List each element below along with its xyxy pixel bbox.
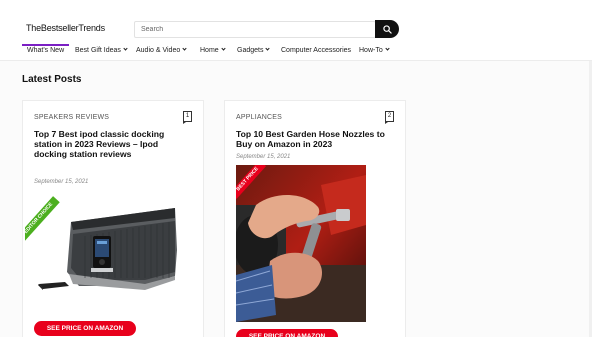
post-title-line: Top 10 Best Garden Hose Nozzles to bbox=[236, 129, 385, 139]
nav-item-label: How-To bbox=[359, 47, 383, 54]
nav-item-gadgets[interactable]: Gadgets bbox=[237, 46, 271, 54]
post-title[interactable]: Top 10 Best Garden Hose Nozzles to Buy o… bbox=[236, 129, 385, 149]
post-image-hose-nozzle[interactable]: BEST PRICE bbox=[236, 165, 366, 322]
post-title[interactable]: Top 7 Best ipod classic docking station … bbox=[34, 129, 164, 159]
post-date: September 15, 2021 bbox=[34, 179, 89, 185]
nav-item-label: Gadgets bbox=[237, 47, 264, 54]
site-logo[interactable]: TheBestsellerTrends bbox=[26, 23, 105, 33]
nav-item-whats-new[interactable]: What's New bbox=[27, 47, 64, 54]
nav-item-label: What's New bbox=[27, 47, 65, 54]
nav-item-label: Computer Accessories bbox=[281, 47, 352, 54]
chevron-down-icon bbox=[182, 46, 187, 51]
post-card: SPEAKERS REVIEWS 1 Top 7 Best ipod class… bbox=[22, 100, 204, 337]
post-category[interactable]: SPEAKERS REVIEWS bbox=[34, 114, 109, 121]
post-title-line: station in 2023 Reviews – Ipod bbox=[34, 139, 159, 149]
nav-item-label: Home bbox=[200, 47, 219, 54]
active-nav-indicator bbox=[22, 44, 69, 46]
chevron-down-icon bbox=[385, 46, 390, 51]
post-date: September 15, 2021 bbox=[236, 154, 291, 160]
main-nav: What's New Best Gift Ideas Audio & Video… bbox=[0, 44, 592, 61]
chevron-down-icon bbox=[265, 46, 271, 51]
nav-item-how-to[interactable]: How-To bbox=[359, 46, 390, 54]
post-image-docking-station[interactable]: EDITOR CHOICE bbox=[25, 194, 185, 302]
nav-item-audio-video[interactable]: Audio & Video bbox=[136, 46, 187, 54]
post-title-line: docking station reviews bbox=[34, 149, 132, 159]
post-card: APPLIANCES 2 Top 10 Best Garden Hose Noz… bbox=[224, 100, 406, 337]
see-price-button[interactable]: SEE PRICE ON AMAZON bbox=[34, 321, 136, 336]
section-title: Latest Posts bbox=[22, 74, 82, 85]
nav-item-best-gift-ideas[interactable]: Best Gift Ideas bbox=[75, 46, 128, 54]
post-number-badge: 2 bbox=[385, 111, 394, 124]
post-title-line: Buy on Amazon in 2023 bbox=[236, 139, 333, 149]
nav-item-label: Best Gift Ideas bbox=[75, 47, 121, 54]
search-button[interactable] bbox=[375, 20, 399, 38]
search-icon bbox=[382, 24, 392, 34]
post-category[interactable]: APPLIANCES bbox=[236, 114, 282, 121]
chevron-down-icon bbox=[123, 46, 128, 51]
nav-item-computer-accessories[interactable]: Computer Accessories bbox=[281, 47, 351, 54]
search-input[interactable] bbox=[134, 21, 376, 38]
nav-item-label: Audio & Video bbox=[136, 47, 181, 54]
header: TheBestsellerTrends bbox=[0, 0, 592, 44]
nav-item-home[interactable]: Home bbox=[200, 46, 226, 54]
post-title-line: Top 7 Best ipod classic docking bbox=[34, 129, 165, 139]
see-price-button[interactable]: SEE PRICE ON AMAZON bbox=[236, 329, 338, 337]
chevron-down-icon bbox=[221, 46, 226, 51]
hose-nozzle-photo bbox=[236, 165, 366, 322]
post-number-badge: 1 bbox=[183, 111, 192, 124]
